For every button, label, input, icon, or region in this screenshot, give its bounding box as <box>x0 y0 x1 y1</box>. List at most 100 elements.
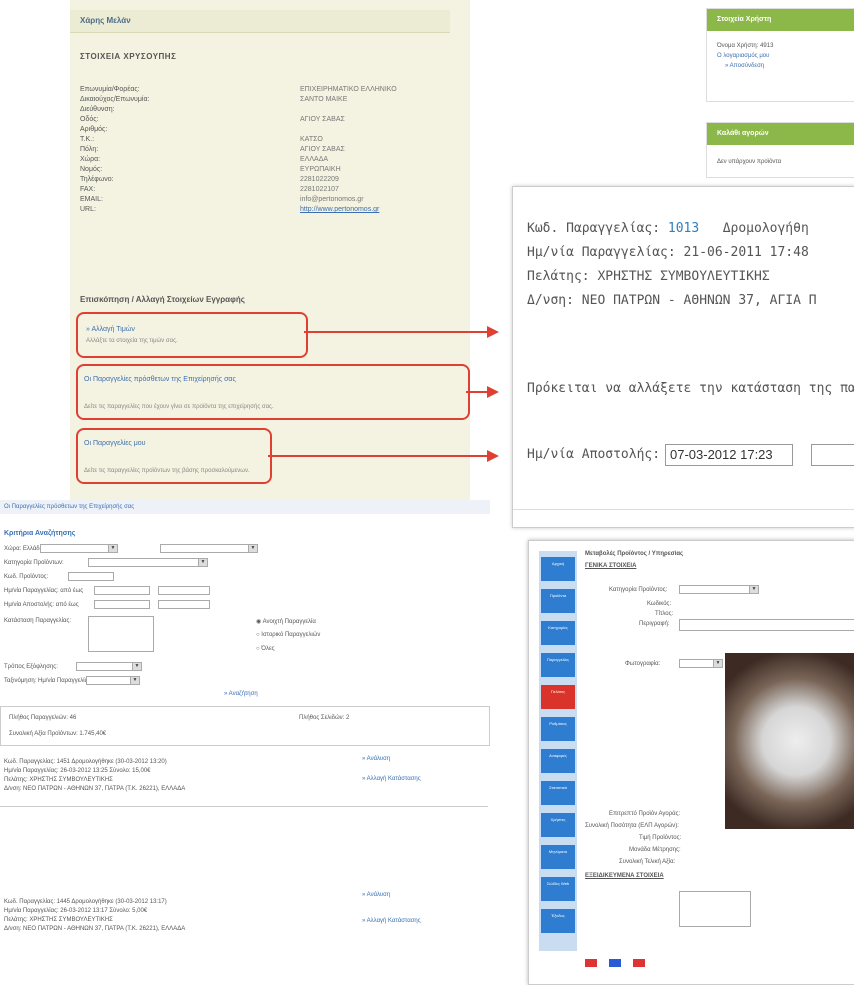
address-label: Δ/νση: <box>527 293 574 308</box>
order-item: Κωδ. Παραγγελίας: 1451 Δρομολογήθηκε (30… <box>4 758 185 794</box>
order-date-text: Ημ/νία Παραγγελίας: 26-03-2012 13:17 Σύν… <box>4 908 148 914</box>
sort-select[interactable]: ▼ <box>86 676 140 685</box>
ship-date-input[interactable]: 07-03-2012 17:23 <box>665 444 793 466</box>
username-text: Όνομα Χρήστη: 4913 <box>717 43 774 49</box>
order-customer-text: Πελάτης: ΧΡΗΣΤΗΣ ΣΥΜΒΟΥΛΕΥΤΙΚΗΣ <box>4 777 113 783</box>
radio-all[interactable]: ○ Όλες <box>256 646 275 652</box>
admin-nav-item[interactable]: Αναφορές <box>541 749 575 773</box>
cart-heading: Καλάθι αγορών <box>707 123 854 145</box>
logout-link[interactable]: » Αποσύνδεση <box>707 61 854 71</box>
product-category-select[interactable]: ▼ <box>679 585 759 594</box>
order-address-text: Δ/νση: ΝΕΟ ΠΑΤΡΩΝ - ΑΘΗΝΩΝ 37, ΠΑΤΡΑ (Τ.… <box>4 926 186 932</box>
order-customer-text: Πελάτης: ΧΡΗΣΤΗΣ ΣΥΜΒΟΥΛΕΥΤΙΚΗΣ <box>4 917 113 923</box>
my-orders-box[interactable]: Οι Παραγγελίες μου Δείτε τις παραγγελίες… <box>76 428 272 484</box>
radio-history[interactable]: ○ Ιστορικό Παραγγελιών <box>256 632 320 638</box>
order-date-line: Ημ/νία Παραγγελίας: 21-06-2011 17:48 <box>527 245 809 260</box>
sidebar-heading: Στοιχεία Χρήστη <box>707 9 854 31</box>
detail-value: ΕΠΙΧΕΙΡΗΜΑΤΙΚΟ ΕΛΛΗΝΙΚΟ <box>300 86 397 93</box>
admin-nav-item[interactable]: Στατιστικά <box>541 781 575 805</box>
my-account-link[interactable]: Ο λογαριασμός μου <box>707 51 854 61</box>
admin-nav-item[interactable]: Σελίδες Web <box>541 877 575 901</box>
order-status: Δρομολογήθη <box>722 221 809 236</box>
business-orders-link[interactable]: Οι Παραγγελίες πρόσθετων της Επιχείρησής… <box>84 376 236 383</box>
ship-date-from-input[interactable] <box>94 600 150 609</box>
category-select[interactable]: ▼ <box>88 558 208 567</box>
product-code-input[interactable] <box>68 572 114 581</box>
detail-value: ΚΑΤΣΟ <box>300 136 323 143</box>
language-flags[interactable] <box>585 959 645 967</box>
detail-label: Αριθμός: <box>80 126 108 133</box>
detail-label: FAX: <box>80 186 96 193</box>
specific-section-title: ΕΞΕΙΔΙΚΕΥΜΕΝΑ ΣΤΟΙΧΕΙΑ <box>585 873 664 879</box>
radio-open[interactable]: ◉ Ανοιχτή Παραγγελία <box>256 618 316 625</box>
admin-nav-item[interactable]: Ρυθμίσεις <box>541 717 575 741</box>
divider <box>0 806 488 807</box>
user-name: Χάρης Μελάν <box>80 16 131 25</box>
business-orders-box[interactable]: Οι Παραγγελίες πρόσθετων της Επιχείρησής… <box>76 364 470 420</box>
panel4-title: Μεταβολές Προϊόντος / Υπηρεσίας <box>585 551 684 557</box>
detail-label: Επωνυμία/Φορέας: <box>80 86 140 93</box>
prefecture-select[interactable]: ▼ <box>160 544 258 553</box>
chevron-down-icon: ▼ <box>749 586 758 593</box>
photo-select[interactable]: ▼ <box>679 659 723 668</box>
change-prices-link[interactable]: » Αλλαγή Τιμών <box>86 326 135 333</box>
change-prices-box[interactable]: » Αλλαγή Τιμών Αλλάξτε τα στοιχεία της τ… <box>76 312 308 358</box>
order-date-from-input[interactable] <box>94 586 150 595</box>
ship-date-range-label: Ημ/νία Αποστολής: από έως <box>4 602 79 608</box>
order-status-listbox[interactable] <box>88 616 154 652</box>
detail-label: Τ.Κ.: <box>80 136 95 143</box>
category-label: Κατηγορία Προϊόντων: <box>4 560 64 566</box>
arrow-line <box>466 391 488 393</box>
order-date-label: Ημ/νία Παραγγελίας: <box>527 245 676 260</box>
chevron-down-icon: ▼ <box>108 545 117 552</box>
detail-value: 2281022209 <box>300 176 339 183</box>
address-value: ΝΕΟ ΠΑΤΡΩΝ - ΑΘΗΝΩΝ 37, ΑΓΙΑ Π <box>581 293 817 308</box>
admin-nav-item[interactable]: Έξοδος <box>541 909 575 933</box>
photo-field-label: Φωτογραφία: <box>625 661 661 667</box>
radio-all-label: Όλες <box>261 646 275 652</box>
section-title: ΣΤΟΙΧΕΙΑ ΧΡΥΣΟΥΠΗΣ <box>80 52 177 61</box>
detail-value: ΑΓΙΟΥ ΣΑΒΑΣ <box>300 146 345 153</box>
order-code-text: Κωδ. Παραγγελίας: 1445 Δρομολογήθηκε (30… <box>4 899 167 905</box>
order-date-to-input[interactable] <box>158 586 210 595</box>
search-button[interactable]: » Αναζήτηση <box>224 691 258 697</box>
admin-nav-item[interactable]: Μηνύματα <box>541 845 575 869</box>
country-select[interactable]: ▼ <box>40 544 118 553</box>
order-details-link[interactable]: » Ανάλυση <box>362 892 390 898</box>
user-sidebar-box: Στοιχεία Χρήστη Όνομα Χρήστη: 4913 Ο λογ… <box>706 8 854 102</box>
website-link[interactable]: http://www.pertonomos.gr <box>300 206 379 213</box>
order-code-line: Κωδ. Παραγγελίας: 1013 Δρομολογήθη <box>527 221 809 236</box>
arrow-line <box>268 455 488 457</box>
specific-textarea[interactable] <box>679 891 751 927</box>
payment-method-select[interactable]: ▼ <box>76 662 142 671</box>
detail-label: Διεύθυνση: <box>80 106 115 113</box>
admin-nav-item[interactable]: Αρχική <box>541 557 575 581</box>
change-status-link[interactable]: » Αλλαγή Κατάστασης <box>362 918 421 924</box>
final-value-label: Συνολική Τελική Αξία: <box>619 859 676 865</box>
order-details-link[interactable]: » Ανάλυση <box>362 756 390 762</box>
detail-label: URL: <box>80 206 96 213</box>
order-date-text: Ημ/νία Παραγγελίας: 26-03-2012 13:25 Σύν… <box>4 768 151 774</box>
detail-label: Τηλέφωνο: <box>80 176 114 183</box>
price-label: Τιμή Προϊόντος: <box>639 835 682 841</box>
ship-time-input[interactable] <box>811 444 854 466</box>
business-orders-panel: Οι Παραγγελίες πρόσθετων της Επιχείρησής… <box>0 500 490 983</box>
order-date-value: 21-06-2011 17:48 <box>683 245 809 260</box>
payment-method-label: Τρόπος Εξόφλησης: <box>4 664 58 670</box>
page-count: Πλήθος Σελιδών: 2 <box>299 715 350 721</box>
detail-label: Νομός: <box>80 166 103 173</box>
order-status-label: Κατάσταση Παραγγελίας: <box>4 618 72 624</box>
admin-nav-item[interactable]: Παραγγελίες <box>541 653 575 677</box>
cart-sidebar-box: Καλάθι αγορών Δεν υπάρχουν προϊόντα <box>706 122 854 178</box>
change-status-link[interactable]: » Αλλαγή Κατάστασης <box>362 776 421 782</box>
customer-value: ΧΡΗΣΤΗΣ ΣΥΜΒΟΥΛΕΥΤΙΚΗΣ <box>597 269 770 284</box>
description-input[interactable] <box>679 619 854 631</box>
unit-label: Μονάδα Μέτρησης: <box>629 847 681 853</box>
admin-nav-item[interactable]: Πελάτες <box>541 685 575 709</box>
chevron-down-icon: ▼ <box>132 663 141 670</box>
admin-nav-item[interactable]: Χρήστες <box>541 813 575 837</box>
ship-date-to-input[interactable] <box>158 600 210 609</box>
my-orders-link[interactable]: Οι Παραγγελίες μου <box>84 440 145 447</box>
admin-nav-item[interactable]: Προϊόντα <box>541 589 575 613</box>
admin-nav-item[interactable]: Κατηγορίες <box>541 621 575 645</box>
